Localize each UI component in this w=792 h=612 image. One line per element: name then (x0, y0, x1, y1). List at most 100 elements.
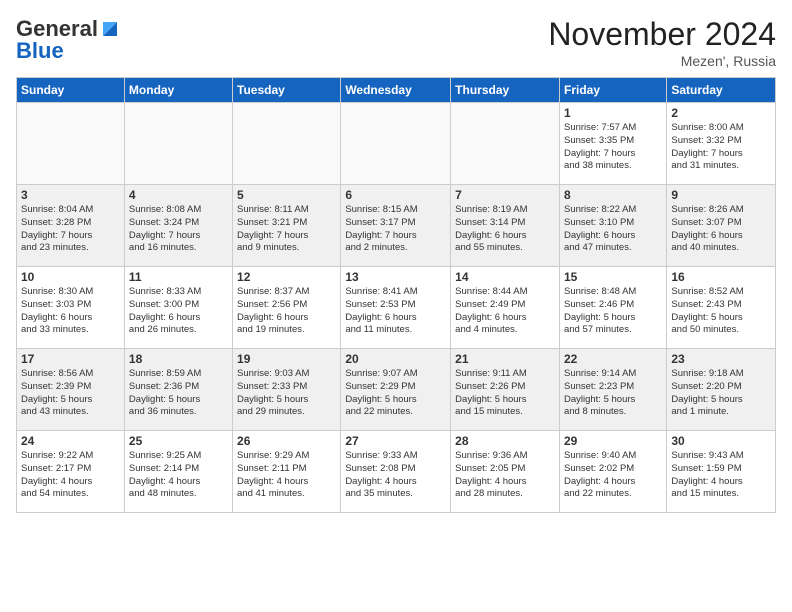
table-row: 18 Sunrise: 8:59 AM Sunset: 2:36 PM Dayli… (124, 349, 232, 431)
day-info: Sunrise: 8:19 AM Sunset: 3:14 PM Dayligh… (455, 204, 555, 255)
day-info: Sunrise: 8:44 AM Sunset: 2:49 PM Dayligh… (455, 286, 555, 337)
logo-icon (99, 18, 121, 40)
day-number: 1 (564, 106, 662, 120)
table-row: 29 Sunrise: 9:40 AM Sunset: 2:02 PM Dayli… (559, 431, 666, 513)
table-row: 17 Sunrise: 8:56 AM Sunset: 2:39 PM Dayli… (17, 349, 125, 431)
day-number: 10 (21, 270, 120, 284)
day-number: 12 (237, 270, 336, 284)
table-row: 25Sunrise: 9:25 AM Sunset: 2:14 PM Dayli… (124, 431, 232, 513)
month-title: November 2024 (548, 16, 776, 53)
day-info: Sunrise: 8:08 AM Sunset: 3:24 PM Dayligh… (129, 204, 228, 255)
day-info: Sunrise: 8:37 AM Sunset: 2:56 PM Dayligh… (237, 286, 336, 337)
table-row (124, 103, 232, 185)
day-number: 18 (129, 352, 228, 366)
calendar-week-1: 1 Sunrise: 7:57 AM Sunset: 3:35 PM Daylig… (17, 103, 776, 185)
day-number: 17 (21, 352, 120, 366)
day-info: Sunrise: 9:43 AM Sunset: 1:59 PM Dayligh… (671, 450, 771, 501)
table-row: 24 Sunrise: 9:22 AM Sunset: 2:17 PM Dayli… (17, 431, 125, 513)
day-number: 23 (671, 352, 771, 366)
day-info: Sunrise: 9:36 AM Sunset: 2:05 PM Dayligh… (455, 450, 555, 501)
day-info: Sunrise: 8:41 AM Sunset: 2:53 PM Dayligh… (345, 286, 446, 337)
calendar-header-row: SundayMondayTuesdayWednesdayThursdayFrid… (17, 78, 776, 103)
calendar-week-4: 17 Sunrise: 8:56 AM Sunset: 2:39 PM Dayli… (17, 349, 776, 431)
day-number: 27 (345, 434, 446, 448)
day-number: 14 (455, 270, 555, 284)
logo: General Blue (16, 16, 122, 64)
table-row: 9 Sunrise: 8:26 AM Sunset: 3:07 PM Daylig… (667, 185, 776, 267)
table-row: 13 Sunrise: 8:41 AM Sunset: 2:53 PM Dayli… (341, 267, 451, 349)
day-info: Sunrise: 8:52 AM Sunset: 2:43 PM Dayligh… (671, 286, 771, 337)
table-row: 6 Sunrise: 8:15 AM Sunset: 3:17 PM Daylig… (341, 185, 451, 267)
calendar-header-tuesday: Tuesday (233, 78, 341, 103)
table-row: 21 Sunrise: 9:11 AM Sunset: 2:26 PM Dayli… (451, 349, 560, 431)
day-number: 25 (129, 434, 228, 448)
table-row: 2 Sunrise: 8:00 AM Sunset: 3:32 PM Daylig… (667, 103, 776, 185)
day-number: 21 (455, 352, 555, 366)
title-block: November 2024 Mezen', Russia (548, 16, 776, 69)
day-info: Sunrise: 8:59 AM Sunset: 2:36 PM Dayligh… (129, 368, 228, 419)
table-row: 23 Sunrise: 9:18 AM Sunset: 2:20 PM Dayli… (667, 349, 776, 431)
day-info: Sunrise: 8:00 AM Sunset: 3:32 PM Dayligh… (671, 122, 771, 173)
day-number: 3 (21, 188, 120, 202)
day-number: 29 (564, 434, 662, 448)
day-info: Sunrise: 8:22 AM Sunset: 3:10 PM Dayligh… (564, 204, 662, 255)
day-number: 22 (564, 352, 662, 366)
table-row: 11 Sunrise: 8:33 AM Sunset: 3:00 PM Dayli… (124, 267, 232, 349)
table-row: 26Sunrise: 9:29 AM Sunset: 2:11 PM Dayli… (233, 431, 341, 513)
logo-blue: Blue (16, 38, 64, 64)
header: General Blue November 2024 Mezen', Russi… (16, 16, 776, 69)
table-row: 20Sunrise: 9:07 AM Sunset: 2:29 PM Dayli… (341, 349, 451, 431)
day-info: Sunrise: 9:40 AM Sunset: 2:02 PM Dayligh… (564, 450, 662, 501)
day-info: Sunrise: 8:30 AM Sunset: 3:03 PM Dayligh… (21, 286, 120, 337)
day-info: Sunrise: 8:56 AM Sunset: 2:39 PM Dayligh… (21, 368, 120, 419)
table-row: 4 Sunrise: 8:08 AM Sunset: 3:24 PM Daylig… (124, 185, 232, 267)
day-info: Sunrise: 9:14 AM Sunset: 2:23 PM Dayligh… (564, 368, 662, 419)
day-number: 13 (345, 270, 446, 284)
day-number: 26 (237, 434, 336, 448)
table-row: 22 Sunrise: 9:14 AM Sunset: 2:23 PM Dayli… (559, 349, 666, 431)
day-number: 9 (671, 188, 771, 202)
calendar-header-friday: Friday (559, 78, 666, 103)
table-row: 10 Sunrise: 8:30 AM Sunset: 3:03 PM Dayli… (17, 267, 125, 349)
day-info: Sunrise: 9:33 AM Sunset: 2:08 PM Dayligh… (345, 450, 446, 501)
table-row: 14 Sunrise: 8:44 AM Sunset: 2:49 PM Dayli… (451, 267, 560, 349)
calendar-header-thursday: Thursday (451, 78, 560, 103)
calendar-table: SundayMondayTuesdayWednesdayThursdayFrid… (16, 77, 776, 513)
day-number: 6 (345, 188, 446, 202)
day-number: 24 (21, 434, 120, 448)
day-number: 2 (671, 106, 771, 120)
day-number: 20 (345, 352, 446, 366)
calendar-week-2: 3Sunrise: 8:04 AM Sunset: 3:28 PM Daylig… (17, 185, 776, 267)
calendar-header-saturday: Saturday (667, 78, 776, 103)
calendar-header-monday: Monday (124, 78, 232, 103)
table-row (341, 103, 451, 185)
day-number: 5 (237, 188, 336, 202)
day-info: Sunrise: 8:33 AM Sunset: 3:00 PM Dayligh… (129, 286, 228, 337)
day-number: 15 (564, 270, 662, 284)
day-number: 8 (564, 188, 662, 202)
table-row: 1 Sunrise: 7:57 AM Sunset: 3:35 PM Daylig… (559, 103, 666, 185)
day-info: Sunrise: 9:11 AM Sunset: 2:26 PM Dayligh… (455, 368, 555, 419)
calendar-header-sunday: Sunday (17, 78, 125, 103)
day-number: 11 (129, 270, 228, 284)
table-row: 8 Sunrise: 8:22 AM Sunset: 3:10 PM Daylig… (559, 185, 666, 267)
day-info: Sunrise: 8:11 AM Sunset: 3:21 PM Dayligh… (237, 204, 336, 255)
table-row: 27 Sunrise: 9:33 AM Sunset: 2:08 PM Dayli… (341, 431, 451, 513)
location: Mezen', Russia (548, 53, 776, 69)
calendar-week-5: 24 Sunrise: 9:22 AM Sunset: 2:17 PM Dayli… (17, 431, 776, 513)
day-info: Sunrise: 9:03 AM Sunset: 2:33 PM Dayligh… (237, 368, 336, 419)
day-info: Sunrise: 7:57 AM Sunset: 3:35 PM Dayligh… (564, 122, 662, 173)
table-row: 5 Sunrise: 8:11 AM Sunset: 3:21 PM Daylig… (233, 185, 341, 267)
day-info: Sunrise: 9:18 AM Sunset: 2:20 PM Dayligh… (671, 368, 771, 419)
day-info: Sunrise: 8:15 AM Sunset: 3:17 PM Dayligh… (345, 204, 446, 255)
day-number: 4 (129, 188, 228, 202)
day-number: 30 (671, 434, 771, 448)
table-row: 3Sunrise: 8:04 AM Sunset: 3:28 PM Daylig… (17, 185, 125, 267)
table-row: 19Sunrise: 9:03 AM Sunset: 2:33 PM Dayli… (233, 349, 341, 431)
day-info: Sunrise: 9:22 AM Sunset: 2:17 PM Dayligh… (21, 450, 120, 501)
table-row: 15Sunrise: 8:48 AM Sunset: 2:46 PM Dayli… (559, 267, 666, 349)
day-number: 16 (671, 270, 771, 284)
day-info: Sunrise: 8:26 AM Sunset: 3:07 PM Dayligh… (671, 204, 771, 255)
page: General Blue November 2024 Mezen', Russi… (0, 0, 792, 612)
day-number: 28 (455, 434, 555, 448)
